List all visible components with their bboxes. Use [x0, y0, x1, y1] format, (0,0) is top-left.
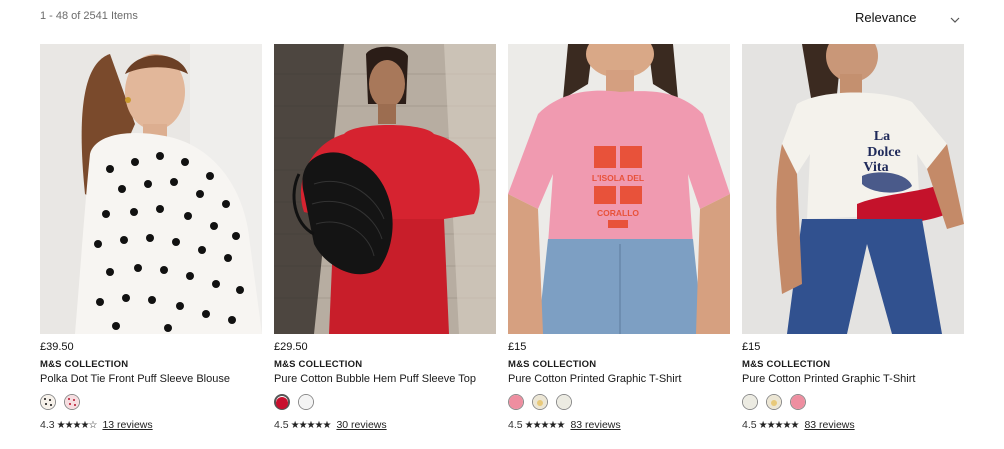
- sort-label: Relevance: [855, 10, 917, 25]
- product-image[interactable]: [274, 44, 496, 334]
- product-price: £15: [508, 341, 527, 353]
- results-count: 1 - 48 of 2541 Items: [40, 10, 138, 22]
- product-rating: 4.5 ★★★★★ 83 reviews: [742, 419, 855, 431]
- rating-value: 4.3: [40, 419, 55, 431]
- star-rating-icon: ★★★★★: [290, 420, 332, 431]
- product-grid: £39.50 M&S COLLECTION Polka Dot Tie Fron…: [40, 44, 970, 444]
- product-title[interactable]: Pure Cotton Printed Graphic T-Shirt: [742, 373, 915, 385]
- swatch-red[interactable]: [274, 394, 290, 410]
- product-image[interactable]: L'ISOLA DEL CORALLO: [508, 44, 730, 334]
- product-brand: M&S COLLECTION: [508, 359, 597, 370]
- product-rating: 4.5 ★★★★★ 30 reviews: [274, 419, 387, 431]
- product-price: £39.50: [40, 341, 74, 353]
- reviews-link[interactable]: 83 reviews: [804, 419, 854, 431]
- product-image[interactable]: La Dolce Vita: [742, 44, 964, 334]
- print-text-dolce: Dolce: [867, 145, 900, 160]
- swatch-cream-print[interactable]: [532, 394, 548, 410]
- product-brand: M&S COLLECTION: [274, 359, 363, 370]
- product-card[interactable]: L'ISOLA DEL CORALLO £15 M&S COLLECTION P…: [508, 44, 730, 444]
- print-text-line2: CORALLO: [597, 208, 639, 218]
- print-text-la: La: [874, 129, 890, 144]
- product-price: £15: [742, 341, 761, 353]
- product-title[interactable]: Pure Cotton Printed Graphic T-Shirt: [508, 373, 681, 385]
- product-card[interactable]: £39.50 M&S COLLECTION Polka Dot Tie Fron…: [40, 44, 262, 444]
- swatch-ecru[interactable]: [742, 394, 758, 410]
- product-brand: M&S COLLECTION: [742, 359, 831, 370]
- star-rating-icon: ★★★★☆: [56, 420, 98, 431]
- star-rating-icon: ★★★★★: [758, 420, 800, 431]
- rating-value: 4.5: [274, 419, 289, 431]
- swatch-pink[interactable]: [508, 394, 524, 410]
- results-toolbar: 1 - 48 of 2541 Items Relevance: [0, 0, 1004, 40]
- product-card[interactable]: La Dolce Vita £15 M&S COLLECTION Pure Co…: [742, 44, 964, 444]
- product-image[interactable]: [40, 44, 262, 334]
- product-rating: 4.5 ★★★★★ 83 reviews: [508, 419, 621, 431]
- rating-value: 4.5: [508, 419, 523, 431]
- swatch-cream-print[interactable]: [766, 394, 782, 410]
- swatch-polka-black[interactable]: [40, 394, 56, 410]
- chevron-down-icon: [950, 12, 960, 30]
- swatch-ecru[interactable]: [556, 394, 572, 410]
- swatch-pink[interactable]: [790, 394, 806, 410]
- swatch-white[interactable]: [298, 394, 314, 410]
- product-title[interactable]: Polka Dot Tie Front Puff Sleeve Blouse: [40, 373, 230, 385]
- print-text-line1: L'ISOLA DEL: [592, 173, 644, 183]
- rating-value: 4.5: [742, 419, 757, 431]
- product-price: £29.50: [274, 341, 308, 353]
- reviews-link[interactable]: 13 reviews: [102, 419, 152, 431]
- swatch-polka-red[interactable]: [64, 394, 80, 410]
- product-brand: M&S COLLECTION: [40, 359, 129, 370]
- product-title[interactable]: Pure Cotton Bubble Hem Puff Sleeve Top: [274, 373, 476, 385]
- star-rating-icon: ★★★★★: [524, 420, 566, 431]
- reviews-link[interactable]: 83 reviews: [570, 419, 620, 431]
- product-rating: 4.3 ★★★★☆ 13 reviews: [40, 419, 153, 431]
- reviews-link[interactable]: 30 reviews: [336, 419, 386, 431]
- product-card[interactable]: £29.50 M&S COLLECTION Pure Cotton Bubble…: [274, 44, 496, 444]
- sort-dropdown[interactable]: Relevance: [855, 9, 965, 27]
